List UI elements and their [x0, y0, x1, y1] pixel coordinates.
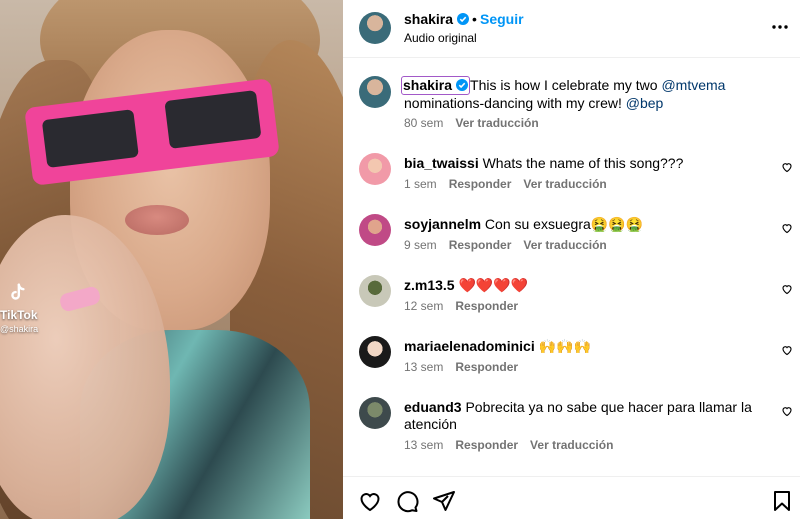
- bookmark-icon[interactable]: [770, 489, 794, 513]
- comment-time[interactable]: 12 sem: [404, 299, 443, 313]
- comment-text: eduand3 Pobrecita ya no sabe que hacer p…: [404, 399, 764, 433]
- caption-text: shakira This is how I celebrate my two @m…: [401, 76, 774, 112]
- translate-link[interactable]: Ver traducción: [530, 438, 613, 452]
- comment-text: mariaelenadominici 🙌🙌🙌: [404, 338, 764, 355]
- heart-icon[interactable]: [358, 489, 382, 513]
- comment-username[interactable]: z.m13.5: [404, 277, 455, 293]
- action-bar: [343, 476, 800, 519]
- reply-button[interactable]: Responder: [455, 299, 518, 313]
- header-username-text[interactable]: shakira: [404, 11, 453, 27]
- follow-button[interactable]: Seguir: [480, 11, 524, 27]
- caption-meta: 80 sem Ver traducción: [404, 116, 551, 130]
- comment-username[interactable]: mariaelenadominici: [404, 338, 535, 354]
- comment-time[interactable]: 13 sem: [404, 438, 443, 452]
- comment-body: ❤️❤️❤️❤️: [458, 277, 529, 293]
- comment-time[interactable]: 13 sem: [404, 360, 443, 374]
- caption-time[interactable]: 80 sem: [404, 116, 443, 130]
- translate-link[interactable]: Ver traducción: [523, 177, 606, 191]
- reply-button[interactable]: Responder: [455, 438, 518, 452]
- avatar[interactable]: [359, 12, 391, 44]
- translate-link[interactable]: Ver traducción: [455, 116, 538, 130]
- caption-username[interactable]: shakira: [401, 76, 471, 95]
- caption-avatar[interactable]: [359, 76, 391, 108]
- comment-username[interactable]: soyjannelm: [404, 216, 481, 232]
- mention-link[interactable]: @mtvema: [661, 77, 725, 93]
- tiktok-brand: TikTok: [0, 308, 38, 322]
- comment-icon[interactable]: [395, 489, 419, 513]
- verified-badge-icon: [457, 13, 470, 25]
- comment-meta: 9 sem Responder Ver traducción: [404, 238, 619, 252]
- comment-body: 🙌🙌🙌: [538, 338, 591, 354]
- comment-body: Con su exsuegra🤮🤮🤮: [484, 216, 644, 232]
- post-header: shakira • Seguir Audio original: [343, 0, 800, 58]
- comment-time[interactable]: 9 sem: [404, 238, 437, 252]
- comment-like-heart-icon[interactable]: [781, 161, 793, 173]
- comment-text: bia_twaissi Whats the name of this song?…: [404, 155, 764, 172]
- comment-like-heart-icon[interactable]: [781, 283, 793, 295]
- comment-meta: 13 sem Responder: [404, 360, 530, 374]
- comment-meta: 12 sem Responder: [404, 299, 530, 313]
- comment-time[interactable]: 1 sem: [404, 177, 437, 191]
- comment-body: Whats the name of this song???: [482, 155, 684, 171]
- verified-badge-icon: [456, 79, 469, 91]
- comment-text: soyjannelm Con su exsuegra🤮🤮🤮: [404, 216, 764, 233]
- comment-meta: 1 sem Responder Ver traducción: [404, 177, 619, 191]
- caption-text-part: This is how I celebrate my two: [470, 77, 662, 93]
- comment-avatar[interactable]: [359, 153, 391, 185]
- post-details-panel: shakira • Seguir Audio original shakira T…: [343, 0, 800, 519]
- comment-username[interactable]: bia_twaissi: [404, 155, 479, 171]
- comment-username[interactable]: eduand3: [404, 399, 462, 415]
- comment-like-heart-icon[interactable]: [781, 405, 793, 417]
- comment-avatar[interactable]: [359, 336, 391, 368]
- comment-avatar[interactable]: [359, 214, 391, 246]
- more-horizontal-icon[interactable]: [770, 17, 790, 37]
- reply-button[interactable]: Responder: [455, 360, 518, 374]
- header-username[interactable]: shakira: [404, 11, 470, 27]
- post-media[interactable]: TikTok @shakira: [0, 0, 343, 519]
- comment-text: z.m13.5 ❤️❤️❤️❤️: [404, 277, 764, 294]
- tiktok-handle: @shakira: [0, 324, 39, 334]
- comment-like-heart-icon[interactable]: [781, 344, 793, 356]
- comment-meta: 13 sem Responder Ver traducción: [404, 438, 625, 452]
- header-separator: •: [472, 11, 477, 27]
- tiktok-icon: [11, 283, 25, 300]
- mention-link[interactable]: @bep: [626, 95, 664, 111]
- comment-like-heart-icon[interactable]: [781, 222, 793, 234]
- translate-link[interactable]: Ver traducción: [523, 238, 606, 252]
- reply-button[interactable]: Responder: [449, 238, 512, 252]
- comment-avatar[interactable]: [359, 275, 391, 307]
- comment-avatar[interactable]: [359, 397, 391, 429]
- caption-text-part: nominations-dancing with my crew!: [404, 95, 626, 111]
- reply-button[interactable]: Responder: [449, 177, 512, 191]
- media-lips: [125, 205, 189, 235]
- original-audio-link[interactable]: Audio original: [404, 31, 477, 45]
- share-icon[interactable]: [432, 489, 456, 513]
